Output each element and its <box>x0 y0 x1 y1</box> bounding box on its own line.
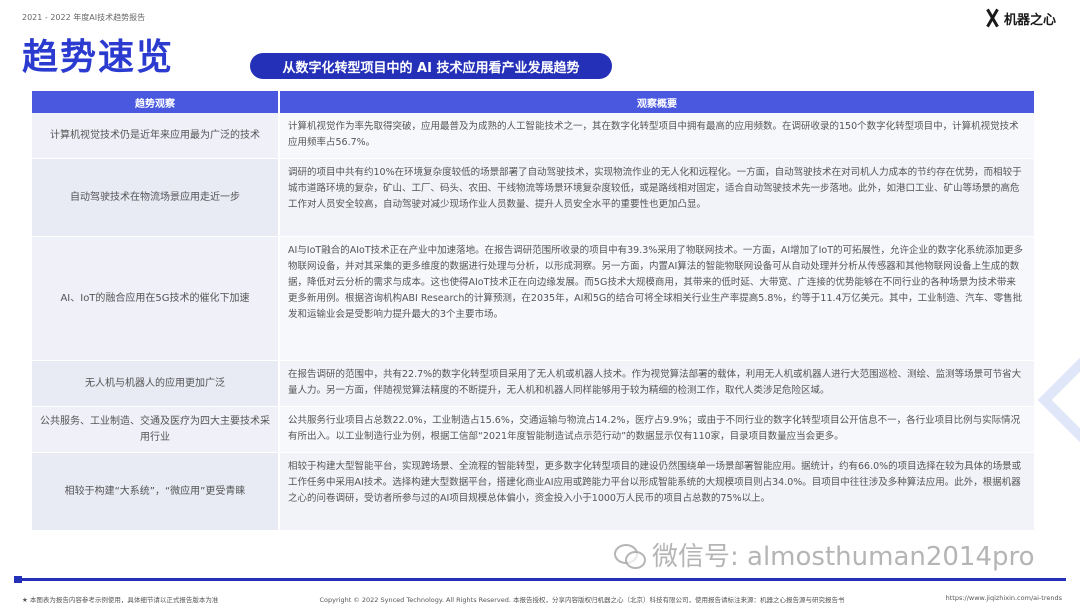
trend-cell: 相较于构建“大系统”，“微应用”更受青睐 <box>32 453 280 530</box>
header-trend: 趋势观察 <box>32 91 280 113</box>
subtitle-banner: 从数字化转型项目中的 AI 技术应用看产业发展趋势 <box>250 53 612 79</box>
table-row: 无人机与机器人的应用更加广泛 在报告调研的范围中，共有22.7%的数字化转型项目… <box>32 361 1034 407</box>
table-header: 趋势观察 观察概要 <box>32 91 1034 113</box>
trend-cell: 计算机视觉技术仍是近年来应用最为广泛的技术 <box>32 113 280 158</box>
footer-divider <box>14 578 1066 581</box>
footer-divider-accent <box>14 576 22 583</box>
trend-cell: 无人机与机器人的应用更加广泛 <box>32 361 280 406</box>
trend-table: 趋势观察 观察概要 计算机视觉技术仍是近年来应用最为广泛的技术 计算机视觉作为率… <box>32 91 1034 531</box>
summary-cell: 计算机视觉作为率先取得突破，应用最普及为成熟的人工智能技术之一，其在数字化转型项… <box>280 113 1034 158</box>
footer-disclaimer: ★ 本图表为报告内容参考示例使用，具体细节请以正式报告版本为准 <box>22 596 219 604</box>
brand-logo-text: 机器之心 <box>1003 12 1056 28</box>
header-summary: 观察概要 <box>637 98 677 110</box>
summary-cell: 公共服务行业项目占总数22.0%，工业制造占15.6%，交通运输与物流占14.2… <box>280 407 1034 452</box>
table-row: 自动驾驶技术在物流场景应用走近一步 调研的项目中共有约10%在环境复杂度较低的场… <box>32 159 1034 237</box>
brand-logo: 机器之心 <box>984 8 1056 28</box>
report-label: 2021 - 2022 年度AI技术趋势报告 <box>22 13 146 22</box>
footer: ★ 本图表为报告内容参考示例使用，具体细节请以正式报告版本为准 Copyrigh… <box>22 594 1062 604</box>
table-row: 公共服务、工业制造、交通及医疗为四大主要技术采用行业 公共服务行业项目占总数22… <box>32 407 1034 453</box>
page-title: 趋势速览 <box>22 37 175 78</box>
summary-cell: AI与IoT融合的AIoT技术正在产业中加速落地。在报告调研范围所收录的项目中有… <box>280 237 1034 360</box>
wechat-watermark: 微信号: almosthuman2014pro <box>614 536 1035 573</box>
footer-link[interactable]: https://www.jiqizhixin.com/ai-trends <box>946 594 1062 604</box>
trend-cell: 公共服务、工业制造、交通及医疗为四大主要技术采用行业 <box>32 407 280 452</box>
decorative-diamond <box>1037 357 1080 443</box>
table-row: 相较于构建“大系统”，“微应用”更受青睐 相较于构建大型智能平台，实现跨场景、全… <box>32 453 1034 531</box>
watermark-text: 微信号: almosthuman2014pro <box>652 542 1035 572</box>
table-row: AI、IoT的融合应用在5G技术的催化下加速 AI与IoT融合的AIoT技术正在… <box>32 237 1034 361</box>
summary-cell: 相较于构建大型智能平台，实现跨场景、全流程的智能转型，更多数字化转型项目的建设仍… <box>280 453 1034 530</box>
footer-copyright: Copyright © 2022 Synced Technology. All … <box>319 596 845 604</box>
brand-logo-icon <box>984 8 1000 28</box>
trend-cell: 自动驾驶技术在物流场景应用走近一步 <box>32 159 280 236</box>
wechat-icon <box>614 542 646 569</box>
summary-cell: 在报告调研的范围中，共有22.7%的数字化转型项目采用了无人机或机器人技术。作为… <box>280 361 1034 406</box>
table-row: 计算机视觉技术仍是近年来应用最为广泛的技术 计算机视觉作为率先取得突破，应用最普… <box>32 113 1034 159</box>
summary-cell: 调研的项目中共有约10%在环境复杂度较低的场景部署了自动驾驶技术，实现物流作业的… <box>280 159 1034 236</box>
trend-cell: AI、IoT的融合应用在5G技术的催化下加速 <box>32 237 280 360</box>
